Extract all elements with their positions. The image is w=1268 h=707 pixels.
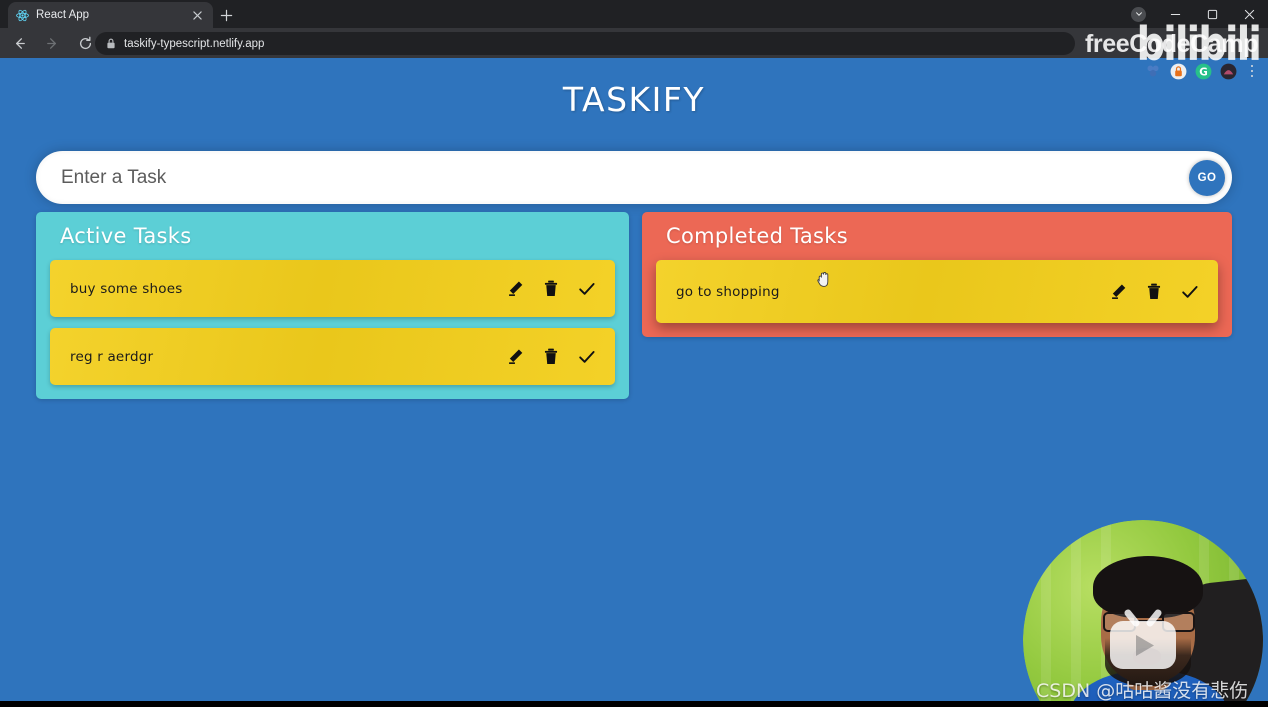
react-icon xyxy=(16,9,29,22)
back-arrow-icon[interactable] xyxy=(5,29,33,57)
address-bar[interactable]: taskify-typescript.netlify.app xyxy=(95,32,1075,55)
check-done-icon[interactable] xyxy=(577,279,597,299)
svg-text:G: G xyxy=(1199,66,1208,78)
task-card[interactable]: go to shopping xyxy=(656,260,1218,323)
orange-lock-extension-icon[interactable] xyxy=(1167,60,1189,82)
panel-active-tasks: Active Tasks buy some shoes reg r aerdgr xyxy=(36,212,629,399)
browser-tab-react-app[interactable]: React App xyxy=(8,2,213,28)
task-card[interactable]: reg r aerdgr xyxy=(50,328,615,385)
panel-title-active: Active Tasks xyxy=(60,224,192,248)
extension-icons: G xyxy=(1142,57,1262,85)
task-text: reg r aerdgr xyxy=(70,348,154,365)
window-controls xyxy=(1120,0,1268,28)
page-content: TASKIFY GO Active Tasks buy some shoes xyxy=(0,58,1268,707)
dark-extension-icon[interactable] xyxy=(1217,60,1239,82)
task-actions xyxy=(505,347,597,367)
task-text: buy some shoes xyxy=(70,280,183,297)
trash-delete-icon[interactable] xyxy=(1144,282,1164,302)
address-bar-url: taskify-typescript.netlify.app xyxy=(124,37,265,50)
task-input[interactable] xyxy=(36,151,1232,204)
pencil-edit-icon[interactable] xyxy=(1108,282,1128,302)
three-dots-menu-icon[interactable] xyxy=(1242,59,1262,83)
pencil-edit-icon[interactable] xyxy=(505,279,525,299)
task-card[interactable]: buy some shoes xyxy=(50,260,615,317)
tab-title: React App xyxy=(36,9,90,21)
webcam-overlay xyxy=(1023,520,1263,707)
new-tab-button[interactable] xyxy=(216,5,236,25)
forward-arrow-icon[interactable] xyxy=(38,29,66,57)
trash-delete-icon[interactable] xyxy=(541,347,561,367)
trash-delete-icon[interactable] xyxy=(541,279,561,299)
window-bottom-edge xyxy=(0,701,1268,707)
browser-window: React App taskify-typescript.netlify.app… xyxy=(0,0,1268,707)
task-text: go to shopping xyxy=(676,283,780,300)
check-done-icon[interactable] xyxy=(577,347,597,367)
chevron-down-circle-icon[interactable] xyxy=(1120,0,1157,28)
browser-chrome: React App taskify-typescript.netlify.app… xyxy=(0,0,1268,79)
close-icon[interactable] xyxy=(190,8,205,23)
window-close-icon[interactable] xyxy=(1231,0,1268,28)
green-g-extension-icon[interactable]: G xyxy=(1192,60,1214,82)
task-input-row: GO xyxy=(36,151,1232,204)
minimize-icon[interactable] xyxy=(1157,0,1194,28)
bilibili-play-icon[interactable] xyxy=(1106,607,1180,673)
panel-title-completed: Completed Tasks xyxy=(666,224,848,248)
page-title: TASKIFY xyxy=(562,80,706,119)
pencil-edit-icon[interactable] xyxy=(505,347,525,367)
tab-strip: React App xyxy=(0,0,1268,28)
check-done-icon[interactable] xyxy=(1180,282,1200,302)
maximize-icon[interactable] xyxy=(1194,0,1231,28)
task-actions xyxy=(505,279,597,299)
go-button[interactable]: GO xyxy=(1189,160,1225,196)
browser-toolbar: taskify-typescript.netlify.app G xyxy=(0,28,1268,79)
task-actions xyxy=(1108,282,1200,302)
lock-icon xyxy=(105,38,116,49)
puzzle-extension-icon[interactable] xyxy=(1142,60,1164,82)
panel-completed-tasks: Completed Tasks go to shopping xyxy=(642,212,1232,337)
